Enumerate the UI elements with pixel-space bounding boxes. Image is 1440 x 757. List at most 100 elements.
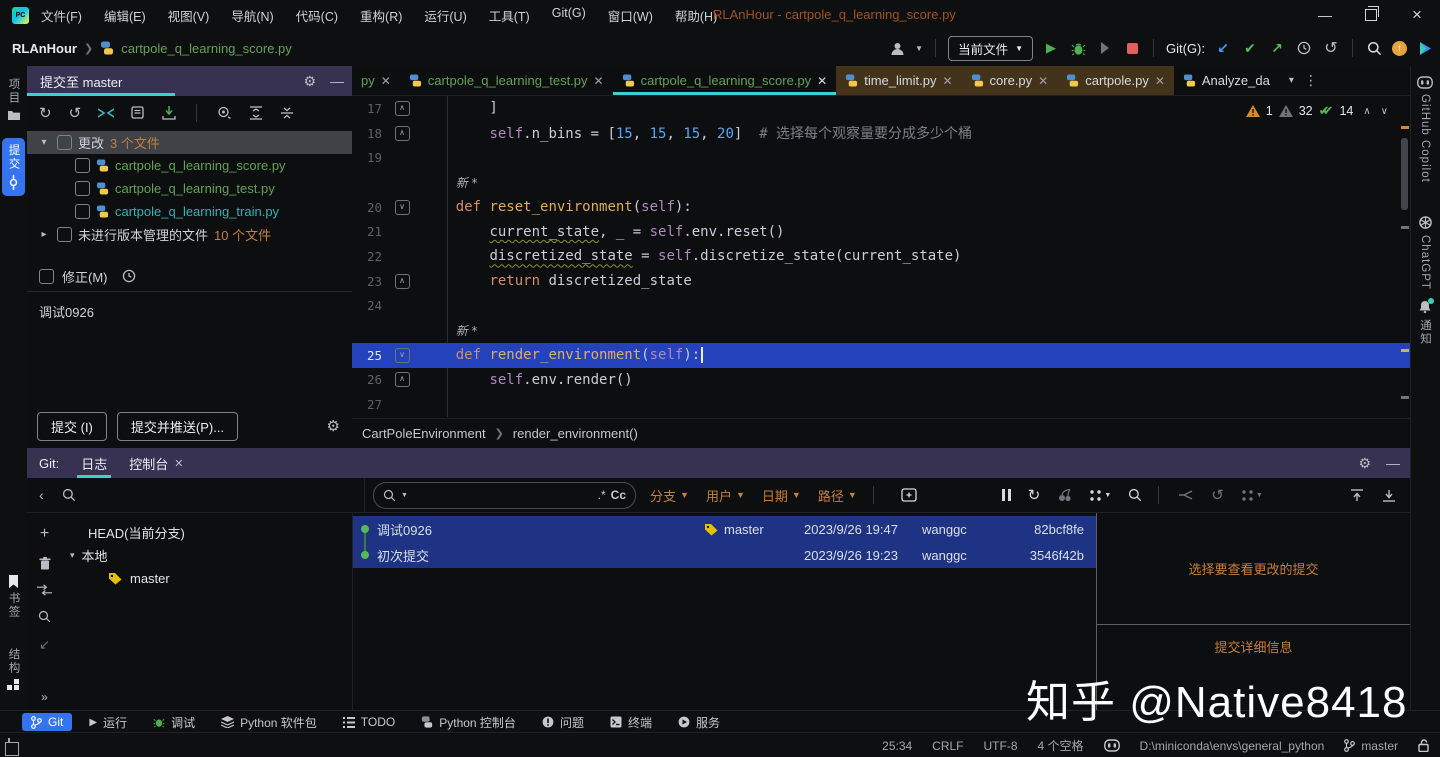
code-line[interactable]: 21 current_state, _ = self.env.reset(): [352, 219, 1410, 244]
git-tab-log[interactable]: 日志: [81, 448, 107, 478]
code-line[interactable]: 22 discretized_state = self.discretize_s…: [352, 244, 1410, 269]
search-icon[interactable]: [1128, 488, 1142, 502]
stripe-mark-caret[interactable]: [1401, 349, 1409, 352]
presentation-settings-icon[interactable]: ▼: [1089, 489, 1111, 502]
menu-help[interactable]: 帮助(H): [675, 6, 717, 25]
editor-tab[interactable]: core.py✕: [962, 66, 1058, 95]
git-branch-widget[interactable]: master: [1344, 739, 1398, 753]
chevron-expanded-icon[interactable]: ▾: [70, 550, 75, 561]
chevron-collapsed-icon[interactable]: ▸: [37, 229, 51, 240]
search-everywhere-icon[interactable]: [1365, 39, 1383, 57]
next-problem-icon[interactable]: ∨: [1381, 106, 1388, 117]
menu-file[interactable]: 文件(F): [41, 6, 82, 25]
debug-button[interactable]: [1069, 39, 1087, 57]
trash-icon[interactable]: [39, 557, 51, 570]
editor-tab[interactable]: Analyze_da: [1174, 66, 1279, 95]
fold-marker-icon[interactable]: ∧: [395, 372, 410, 387]
changed-file-row[interactable]: cartpole_q_learning_test.py: [27, 177, 352, 200]
toolwindow-services[interactable]: 服务: [669, 712, 729, 733]
inspections-widget[interactable]: 1 32 ✔✔ 14 ∧ ∨: [1246, 103, 1388, 119]
fold-marker-icon[interactable]: ∨: [395, 200, 410, 215]
scrollbar-thumb[interactable]: [1401, 138, 1408, 210]
toolwindow-debug[interactable]: 调试: [144, 712, 204, 733]
copilot-status-icon[interactable]: [1104, 739, 1120, 752]
run-button[interactable]: ▶: [1042, 39, 1060, 57]
expand-all-icon[interactable]: [249, 106, 263, 120]
toolwindow-tab-bookmarks[interactable]: 书签: [0, 575, 27, 619]
coverage-button[interactable]: [1096, 39, 1114, 57]
file-checkbox[interactable]: [75, 204, 90, 219]
git-tab-console[interactable]: 控制台 ✕: [129, 448, 183, 478]
git-update-icon[interactable]: ↙: [1214, 39, 1232, 57]
indent-selector[interactable]: 4 个空格: [1038, 737, 1084, 754]
history-clock-icon[interactable]: [122, 269, 136, 283]
caret-position[interactable]: 25:34: [882, 739, 912, 753]
commit-row[interactable]: 初次提交 2023/9/26 19:23 wanggc 3546f42b: [353, 542, 1096, 568]
unshelve-icon[interactable]: [162, 106, 176, 120]
branch-group-local[interactable]: ▾ 本地: [62, 544, 352, 567]
plugin-assistant-icon[interactable]: [1416, 39, 1434, 57]
toolwindow-tab-project[interactable]: 项目: [0, 78, 27, 121]
breadcrumb-project[interactable]: RLAnHour: [12, 41, 77, 56]
menu-view[interactable]: 视图(V): [168, 6, 210, 25]
toolwindow-python-packages[interactable]: Python 软件包: [212, 712, 326, 733]
amend-checkbox[interactable]: [39, 269, 54, 284]
refresh-icon[interactable]: ↻: [1028, 486, 1041, 504]
menu-git[interactable]: Git(G): [552, 6, 586, 25]
menu-run[interactable]: 运行(U): [424, 6, 466, 25]
code-line[interactable]: 20 ∨ def reset_environment(self):: [352, 195, 1410, 220]
collapse-all-icon[interactable]: [280, 106, 294, 120]
shelve-arrow-icon[interactable]: [1178, 489, 1194, 501]
chevron-left-icon[interactable]: ‹: [39, 487, 44, 503]
code-line[interactable]: 18 ∧ self.n_bins = [15, 15, 15, 20] # 选择…: [352, 121, 1410, 146]
toolwindow-git[interactable]: Git: [22, 713, 72, 731]
menu-refactor[interactable]: 重构(R): [360, 6, 402, 25]
update-available-icon[interactable]: ↑: [1392, 41, 1407, 56]
unversioned-checkbox[interactable]: [57, 227, 72, 242]
menu-edit[interactable]: 编辑(E): [104, 6, 146, 25]
rollback-icon[interactable]: ↺: [69, 104, 82, 122]
interpreter-selector[interactable]: D:\miniconda\envs\general_python: [1140, 739, 1325, 753]
menu-navigate[interactable]: 导航(N): [231, 6, 273, 25]
close-icon[interactable]: ✕: [174, 457, 183, 470]
changes-checkbox[interactable]: [57, 135, 72, 150]
chevron-expanded-icon[interactable]: ▾: [37, 137, 51, 148]
close-icon[interactable]: ✕: [817, 74, 827, 88]
commit-message-input[interactable]: 调试0926: [27, 291, 352, 404]
editor-tab[interactable]: cartpole_q_learning_test.py✕: [400, 66, 613, 95]
code-line[interactable]: 26 ∧ self.env.render(): [352, 368, 1410, 393]
gear-icon[interactable]: ⚙: [1358, 455, 1371, 472]
stripe-mark[interactable]: [1401, 396, 1409, 399]
run-config-selector[interactable]: 当前文件 ▼: [948, 36, 1033, 61]
log-search-field[interactable]: ▼ .* Cc: [373, 482, 636, 509]
filter-user[interactable]: 用户▼: [706, 486, 745, 505]
toolwindow-python-console[interactable]: Python 控制台: [412, 712, 525, 733]
menu-tools[interactable]: 工具(T): [489, 6, 530, 25]
fold-marker-icon[interactable]: ∧: [395, 274, 410, 289]
close-icon[interactable]: ✕: [942, 74, 952, 88]
close-icon[interactable]: ✕: [1155, 74, 1165, 88]
git-commit-check-icon[interactable]: ✔: [1241, 39, 1259, 57]
restore-button[interactable]: [1348, 0, 1394, 30]
layout-widget[interactable]: [0, 739, 10, 753]
editor-tab[interactable]: cartpole.py✕: [1057, 66, 1174, 95]
code-line[interactable]: 24: [352, 294, 1410, 319]
toolwindow-run[interactable]: ▶ 运行: [80, 712, 136, 733]
close-icon[interactable]: ✕: [594, 74, 604, 88]
tabs-dropdown-icon[interactable]: ▾: [1289, 75, 1294, 86]
regex-toggle[interactable]: .*: [598, 488, 606, 502]
editor-tab[interactable]: time_limit.py✕: [836, 66, 961, 95]
filter-date[interactable]: 日期▼: [762, 486, 801, 505]
stripe-mark[interactable]: [1401, 226, 1409, 229]
minimize-button[interactable]: —: [1302, 0, 1348, 30]
code-area[interactable]: 17 ∧ ] 18 ∧ self.n_bins = [15, 15, 15, 2…: [352, 96, 1410, 418]
menu-code[interactable]: 代码(C): [296, 6, 338, 25]
prev-problem-icon[interactable]: ∧: [1363, 106, 1370, 117]
toolwindow-tab-notifications[interactable]: 通知: [1410, 300, 1440, 346]
toolwindow-problems[interactable]: 问题: [533, 712, 593, 733]
preview-diff-icon[interactable]: [217, 106, 232, 119]
branch-row-head[interactable]: HEAD(当前分支): [62, 521, 352, 544]
stripe-mark-warning[interactable]: [1401, 126, 1409, 129]
fold-marker-icon[interactable]: ∨: [395, 348, 410, 363]
menu-window[interactable]: 窗口(W): [608, 6, 653, 25]
